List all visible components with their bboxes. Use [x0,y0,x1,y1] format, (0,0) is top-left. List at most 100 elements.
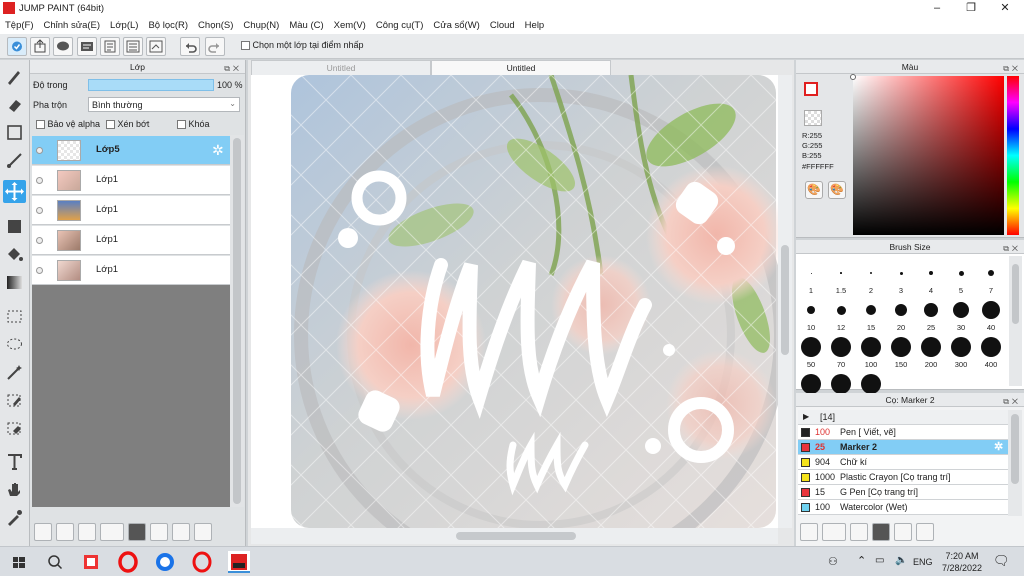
brush-size-option[interactable]: 4 [917,262,945,295]
expand-arrow-icon[interactable]: ▶ [803,410,809,424]
add-layer-menu-icon[interactable] [100,523,124,541]
brush-size-option[interactable]: 25 [917,299,945,332]
add-brush-menu-icon[interactable] [822,523,846,541]
new-layer-icon[interactable] [34,523,52,541]
move-tool-icon[interactable] [3,180,26,203]
brush-tool-icon[interactable] [3,65,26,88]
gradient-tool-icon[interactable] [3,271,26,294]
menu-tools[interactable]: Công cụ(T) [371,20,429,31]
bucket-tool-icon[interactable] [3,243,26,266]
brush-item[interactable]: 1000 Plastic Crayon [Cọ trang trí] [798,470,1008,485]
lock-checkbox[interactable] [177,120,186,130]
menu-color[interactable]: Màu (C) [284,20,328,31]
brush-size-option[interactable]: 100 [857,336,885,369]
layer-row-lop1[interactable]: Lớp1 [32,256,230,285]
brush-size-option[interactable]: 50 [797,336,825,369]
select-pen-tool-icon[interactable] [3,389,26,412]
clipping-option[interactable]: Xén bớt [106,119,149,130]
select-layer-on-click-option[interactable]: Chọn một lớp tại điểm nhấp [241,40,363,51]
new-1bit-layer-icon[interactable] [78,523,96,541]
hue-slider[interactable] [1007,76,1019,235]
layer-list-icon[interactable] [123,37,143,56]
cloud-check-icon[interactable] [7,37,27,56]
brush-list-scrollbar[interactable] [1008,410,1022,516]
palette-icon[interactable]: 🎨 [805,181,823,199]
foreground-color-swatch[interactable] [804,82,818,96]
saturation-brightness-picker[interactable] [853,76,1004,235]
canvas-vertical-scrollbar[interactable] [778,75,792,528]
brush-size-option[interactable]: 15 [857,299,885,332]
brush-item[interactable]: 100 Watercolor (Wet) [798,500,1008,515]
people-icon[interactable]: ⚇ [828,555,838,568]
select-eraser-tool-icon[interactable] [3,417,26,440]
brush-item[interactable]: 100 Pen [ Viết, vẽ] [798,425,1008,440]
delete-brush-icon[interactable] [916,523,934,541]
color-picker-cursor[interactable] [850,74,856,80]
notification-icon[interactable]: 🗨 [993,553,1010,569]
redo-icon[interactable] [205,37,225,56]
brush-size-option[interactable]: 1 [797,262,825,295]
menu-capture[interactable]: Chụp(N) [238,20,284,31]
brush-size-option[interactable]: 10 [797,299,825,332]
brush-size-option[interactable]: 400 [977,336,1005,369]
folder-icon[interactable] [872,523,890,541]
blend-mode-select[interactable]: Bình thường ⌄ [88,97,240,112]
jump-paint-taskbar-icon[interactable] [228,551,250,573]
maximize-button[interactable]: ❐ [954,0,988,16]
store-app-icon[interactable] [80,551,102,573]
canvas-horizontal-scrollbar[interactable] [251,528,778,544]
menu-cloud[interactable]: Cloud [485,20,520,31]
fill-rectangle-tool-icon[interactable] [3,215,26,238]
rectangle-tool-icon[interactable] [3,121,26,144]
layer-scrollbar[interactable] [230,135,244,507]
export-icon[interactable] [30,37,50,56]
menu-select[interactable]: Chọn(S) [193,20,238,31]
merge-layer-icon[interactable] [172,523,190,541]
gear-icon[interactable]: ✲ [994,440,1003,454]
caption-icon[interactable] [77,37,97,56]
brush-size-option[interactable]: 300 [947,336,975,369]
eraser-tool-icon[interactable] [3,93,26,116]
rect-select-tool-icon[interactable] [3,305,26,328]
brush-size-option[interactable]: 40 [977,299,1005,332]
brush-item[interactable]: 904 Chữ kí [798,455,1008,470]
zalo-icon[interactable] [154,551,176,573]
hand-tool-icon[interactable] [3,478,26,501]
brush-size-option[interactable]: 1.5 [827,262,855,295]
brush-size-option[interactable]: 70 [827,336,855,369]
delete-layer-icon[interactable] [194,523,212,541]
clock[interactable]: 7:20 AM 7/28/2022 [938,550,986,574]
panel-window-buttons[interactable]: ⧉✕ [1003,395,1021,409]
brush-size-option[interactable]: 150 [887,336,915,369]
brush-item[interactable]: 15 G Pen [Cọ trang trí] [798,485,1008,500]
canvas-paper[interactable] [251,74,788,576]
visibility-eye-icon[interactable] [36,237,43,244]
brush-tool-icon[interactable] [800,523,818,541]
lasso-tool-icon[interactable] [3,333,26,356]
brush-group-row[interactable]: ▶ [14] [798,410,1008,425]
brush-size-scrollbar[interactable] [1009,256,1022,386]
new-8bit-layer-icon[interactable] [56,523,74,541]
duplicate-layer-icon[interactable] [150,523,168,541]
search-icon[interactable] [44,551,66,573]
folder-icon[interactable] [128,523,146,541]
visibility-eye-icon[interactable] [36,177,43,184]
close-window-button[interactable]: ✕ [988,0,1022,16]
opera-gx-icon[interactable] [191,551,213,573]
menu-help[interactable]: Help [520,20,550,31]
network-icon[interactable]: ▭ [875,555,884,566]
undo-icon[interactable] [180,37,200,56]
duplicate-brush-icon[interactable] [894,523,912,541]
menu-file[interactable]: Tệp(F) [0,20,39,31]
opacity-slider[interactable] [88,79,214,91]
menu-layer[interactable]: Lớp(L) [105,20,143,31]
brush-size-option[interactable]: 3 [887,262,915,295]
transparent-color-swatch[interactable] [804,110,822,126]
document-tab[interactable]: Untitled [251,60,431,75]
layer-row-lop1[interactable]: Lớp1 [32,226,230,255]
palette-settings-icon[interactable]: 🎨 [828,181,846,199]
layer-row-lop1[interactable]: Lớp1 [32,166,230,195]
text-tool-icon[interactable] [3,450,26,473]
panel-window-buttons[interactable]: ⧉✕ [224,62,242,76]
clipping-checkbox[interactable] [106,120,115,130]
